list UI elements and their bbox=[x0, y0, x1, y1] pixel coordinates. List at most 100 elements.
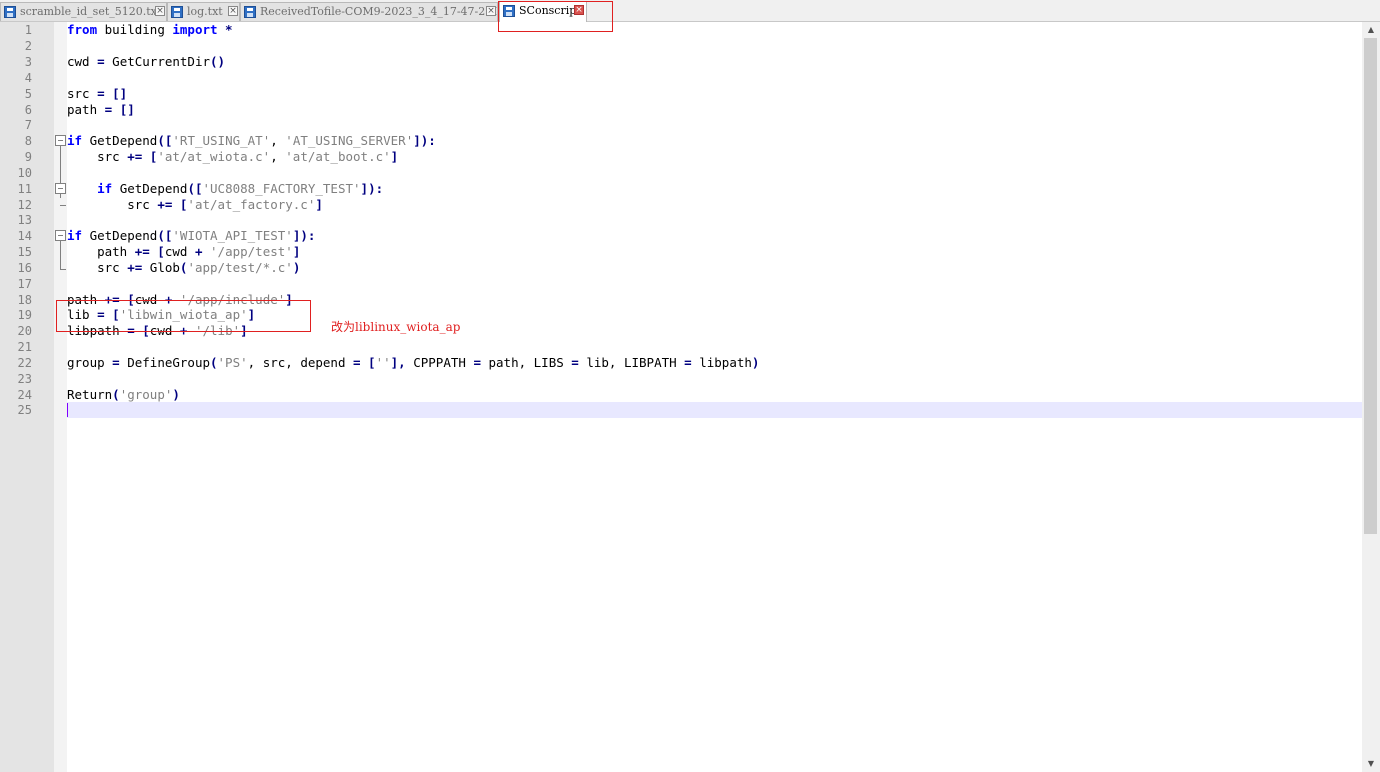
code-line-15: path += [cwd + '/app/test'] bbox=[67, 244, 300, 260]
code-line-22: group = DefineGroup('PS', src, depend = … bbox=[67, 355, 759, 371]
code-text: path bbox=[67, 244, 135, 259]
operator: ], bbox=[390, 355, 406, 370]
file-icon bbox=[171, 6, 183, 18]
string-literal: 'group' bbox=[119, 387, 173, 402]
operator: ( bbox=[112, 387, 120, 402]
operator: = bbox=[571, 355, 579, 370]
line-number: 22 bbox=[17, 356, 32, 370]
code-text: src bbox=[67, 197, 158, 212]
line-number: 14 bbox=[17, 229, 32, 243]
line-number: 18 bbox=[17, 293, 32, 307]
file-icon bbox=[4, 6, 16, 18]
close-tab-icon[interactable]: × bbox=[486, 6, 496, 16]
line-number: 3 bbox=[24, 55, 32, 69]
code-text: CPPPATH bbox=[405, 355, 474, 370]
code-text: Glob bbox=[142, 260, 180, 275]
keyword: from bbox=[67, 22, 98, 37]
operator: ) bbox=[751, 355, 760, 370]
tab-bar: scramble_id_set_5120.txt × log.txt × Rec… bbox=[0, 0, 1380, 22]
code-line-9: src += ['at/at_wiota.c', 'at/at_boot.c'] bbox=[67, 149, 398, 165]
operator: += [ bbox=[157, 197, 188, 212]
text-caret bbox=[67, 403, 68, 417]
string-literal: 'RT_USING_AT' bbox=[172, 133, 271, 148]
code-line-8: if GetDepend(['RT_USING_AT', 'AT_USING_S… bbox=[67, 133, 436, 149]
code-text: GetDepend bbox=[82, 133, 158, 148]
tab-log[interactable]: log.txt × bbox=[167, 2, 240, 21]
string-literal: 'AT_USING_SERVER' bbox=[285, 133, 414, 148]
operator: * bbox=[217, 22, 233, 37]
code-text: , bbox=[270, 149, 286, 164]
fold-toggle-icon[interactable] bbox=[55, 230, 66, 241]
fold-guide-line bbox=[60, 241, 61, 269]
code-text: path bbox=[67, 102, 105, 117]
close-tab-icon[interactable]: × bbox=[155, 6, 165, 16]
string-literal: 'app/test/*.c' bbox=[187, 260, 293, 275]
line-number: 1 bbox=[24, 23, 32, 37]
tab-scramble-id-set[interactable]: scramble_id_set_5120.txt × bbox=[0, 2, 167, 21]
line-number: 8 bbox=[24, 134, 32, 148]
keyword: if bbox=[67, 133, 83, 148]
operator: = bbox=[684, 355, 692, 370]
code-text: cwd bbox=[164, 244, 195, 259]
operator: += [ bbox=[134, 244, 165, 259]
string-literal: '' bbox=[375, 355, 391, 370]
line-number: 16 bbox=[17, 261, 32, 275]
code-line-16: src += Glob('app/test/*.c') bbox=[67, 260, 300, 276]
tab-label: log.txt bbox=[187, 5, 223, 18]
tab-label: ReceivedTofile-COM9-2023_3_4_17-47-22.DA… bbox=[260, 5, 498, 18]
operator: ] bbox=[390, 149, 399, 164]
string-literal: '/app/test' bbox=[210, 244, 293, 259]
operator: ]): bbox=[292, 228, 316, 243]
code-text: path, LIBS bbox=[480, 355, 572, 370]
code-text: DefineGroup bbox=[119, 355, 210, 370]
line-number: 11 bbox=[17, 182, 32, 196]
annotation-highlight-lib-line bbox=[56, 300, 311, 332]
code-text: GetDepend bbox=[82, 228, 158, 243]
operator: ]): bbox=[413, 133, 436, 148]
keyword: if bbox=[67, 228, 83, 243]
tab-received-tofile[interactable]: ReceivedTofile-COM9-2023_3_4_17-47-22.DA… bbox=[240, 2, 498, 21]
scroll-up-icon[interactable]: ▲ bbox=[1362, 22, 1380, 38]
code-text: group bbox=[67, 355, 113, 370]
string-literal: 'at/at_boot.c' bbox=[285, 149, 391, 164]
operator: = [ bbox=[353, 355, 376, 370]
operator: += [ bbox=[127, 149, 158, 164]
string-literal: 'UC8088_FACTORY_TEST' bbox=[202, 181, 361, 196]
line-number: 4 bbox=[24, 71, 32, 85]
scroll-thumb[interactable] bbox=[1364, 38, 1377, 534]
line-number: 13 bbox=[17, 213, 32, 227]
operator: ] bbox=[292, 244, 301, 259]
operator: ([ bbox=[157, 133, 173, 148]
operator: = bbox=[112, 355, 120, 370]
code-line-1: from building import * bbox=[67, 22, 233, 38]
line-number: 24 bbox=[17, 388, 32, 402]
code-text: cwd bbox=[67, 54, 98, 69]
operator: += bbox=[127, 260, 143, 275]
fold-toggle-icon[interactable] bbox=[55, 183, 66, 194]
vertical-scrollbar[interactable]: ▲ ▼ bbox=[1362, 22, 1380, 772]
string-literal: 'at/at_factory.c' bbox=[187, 197, 316, 212]
code-text: src bbox=[67, 260, 128, 275]
operator: = bbox=[97, 54, 105, 69]
code-text: Return bbox=[67, 387, 113, 402]
keyword: if bbox=[97, 181, 113, 196]
line-number: 23 bbox=[17, 372, 32, 386]
line-number: 17 bbox=[17, 277, 32, 291]
fold-toggle-icon[interactable] bbox=[55, 135, 66, 146]
code-text: GetCurrentDir bbox=[104, 54, 210, 69]
current-line-highlight bbox=[67, 402, 1362, 418]
operator: () bbox=[210, 54, 226, 69]
code-text: src bbox=[67, 149, 128, 164]
code-text: , bbox=[270, 133, 286, 148]
operator: ]): bbox=[360, 181, 384, 196]
close-tab-icon[interactable]: × bbox=[228, 6, 238, 16]
operator: = [] bbox=[104, 102, 135, 117]
operator: ) bbox=[172, 387, 180, 402]
line-number: 12 bbox=[17, 198, 32, 212]
operator: ) bbox=[292, 260, 301, 275]
scroll-down-icon[interactable]: ▼ bbox=[1362, 756, 1380, 772]
annotation-highlight-tab bbox=[498, 1, 613, 32]
operator: ( bbox=[210, 355, 218, 370]
line-number: 20 bbox=[17, 324, 32, 338]
